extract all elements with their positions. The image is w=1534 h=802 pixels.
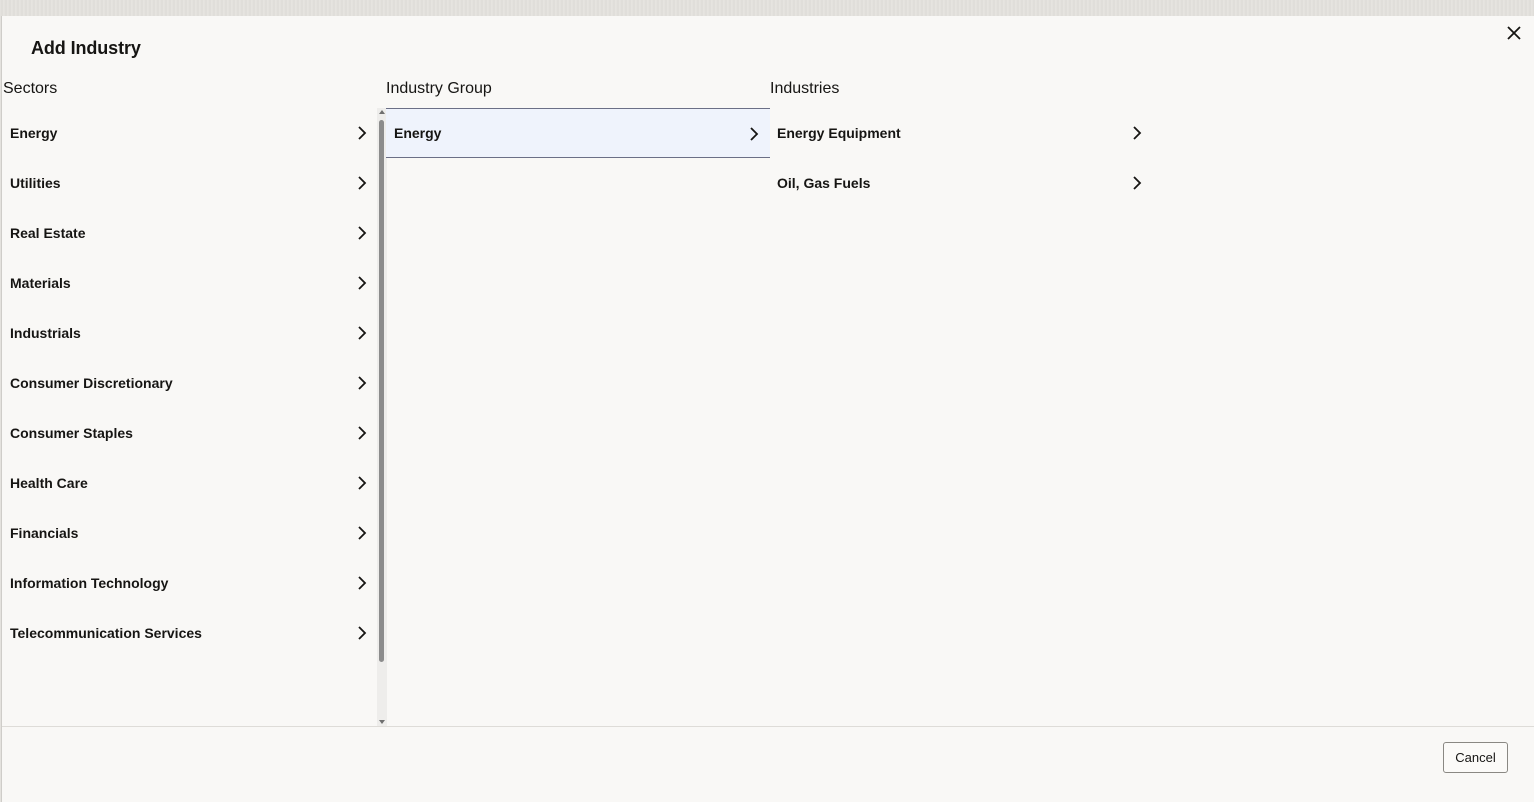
sector-label: Energy [10,125,58,141]
sectors-scrollbar[interactable] [377,108,387,726]
sector-item-consumer-discretionary[interactable]: Consumer Discretionary [2,358,377,408]
chevron-right-icon [358,276,367,290]
cancel-button[interactable]: Cancel [1443,742,1508,773]
chevron-right-icon [358,526,367,540]
sector-label: Utilities [10,175,61,191]
sector-item-industrials[interactable]: Industrials [2,308,377,358]
sector-label: Industrials [10,325,81,341]
footer-divider [2,726,1534,727]
dialog-title: Add Industry [31,38,141,58]
chevron-right-icon [358,426,367,440]
scroll-down-arrow-icon[interactable] [379,720,385,724]
chevron-right-icon [358,226,367,240]
industry-group-header: Industry Group [386,80,492,97]
sector-item-health-care[interactable]: Health Care [2,458,377,508]
sector-item-information-technology[interactable]: Information Technology [2,558,377,608]
page-backdrop [0,0,1534,16]
sector-label: Materials [10,275,71,291]
sector-label: Health Care [10,475,88,491]
chevron-right-icon [358,326,367,340]
chevron-right-icon [750,127,759,141]
sector-item-real-estate[interactable]: Real Estate [2,208,377,258]
chevron-right-icon [358,476,367,490]
sector-label: Information Technology [10,575,169,591]
industry-label: Energy Equipment [777,125,901,141]
chevron-right-icon [358,626,367,640]
close-button[interactable] [1502,21,1526,45]
industries-list: Energy Equipment Oil, Gas Fuels [769,108,1152,208]
chevron-right-icon [358,576,367,590]
sector-item-utilities[interactable]: Utilities [2,158,377,208]
close-icon [1507,26,1521,40]
sector-item-consumer-staples[interactable]: Consumer Staples [2,408,377,458]
sector-item-materials[interactable]: Materials [2,258,377,308]
sector-label: Financials [10,525,79,541]
chevron-right-icon [358,126,367,140]
sector-label: Telecommunication Services [10,625,202,641]
sectors-list: Energy Utilities Real Estate Materials I… [2,108,377,726]
add-industry-dialog: Add Industry Sectors Industry Group Indu… [1,16,1534,802]
sector-item-energy[interactable]: Energy [2,108,377,158]
chevron-right-icon [358,376,367,390]
industry-group-list: Energy [386,108,770,158]
sector-label: Consumer Staples [10,425,133,441]
scroll-thumb[interactable] [379,120,384,662]
group-label: Energy [394,125,442,141]
chevron-right-icon [358,176,367,190]
scroll-up-arrow-icon[interactable] [379,110,385,114]
industry-item-energy-equipment[interactable]: Energy Equipment [769,108,1152,158]
industries-header: Industries [770,80,840,97]
sector-item-telecommunication-services[interactable]: Telecommunication Services [2,608,377,658]
industry-label: Oil, Gas Fuels [777,175,871,191]
sector-item-financials[interactable]: Financials [2,508,377,558]
sector-label: Consumer Discretionary [10,375,173,391]
industry-item-oil-gas-fuels[interactable]: Oil, Gas Fuels [769,158,1152,208]
sector-label: Real Estate [10,225,86,241]
sectors-header: Sectors [3,80,58,97]
chevron-right-icon [1133,126,1142,140]
chevron-right-icon [1133,176,1142,190]
group-item-energy[interactable]: Energy [386,108,770,158]
